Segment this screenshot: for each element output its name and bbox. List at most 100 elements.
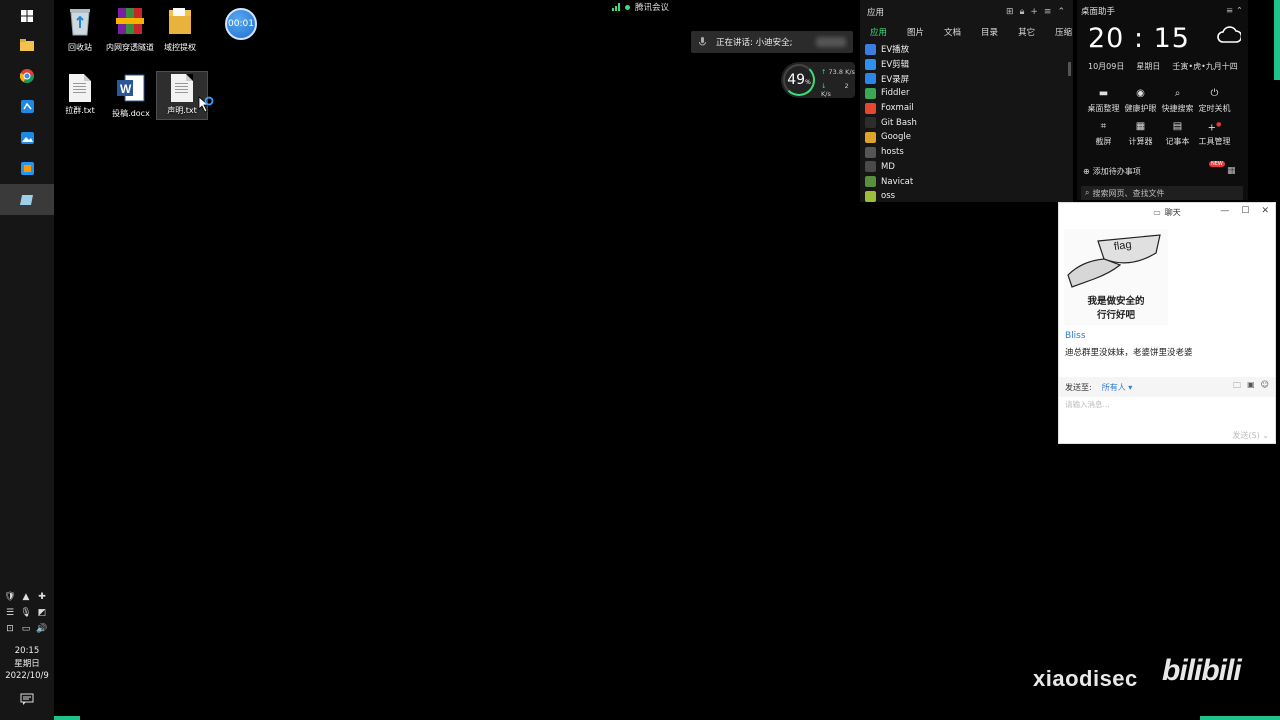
tab-images[interactable]: 图片 (907, 26, 924, 38)
tool-quick-search[interactable]: ⌕ 快捷搜索 (1159, 88, 1196, 114)
folder-icon (20, 38, 34, 51)
app-tray-icon[interactable]: ✚ (36, 592, 48, 602)
network-icon[interactable]: ⊡ (4, 624, 16, 634)
chat-bubble-icon: ▭ (1153, 207, 1161, 217)
tool-desktop-organize[interactable]: ▬ 桌面整理 (1085, 88, 1122, 114)
tool-manager[interactable]: +● 工具管理 (1196, 121, 1233, 147)
file-laqun-label: 拉群.txt (65, 106, 95, 115)
tab-apps[interactable]: 应用 (870, 26, 887, 38)
send-to-select[interactable]: 所有人 ▾ (1102, 382, 1133, 393)
app-list-item[interactable]: Foxmail (865, 101, 1073, 116)
app-icon (865, 190, 876, 202)
tab-dirs[interactable]: 目录 (981, 26, 998, 38)
collapse-icon[interactable]: ⌃ (1057, 7, 1065, 17)
tool-notepad[interactable]: ▤ 记事本 (1159, 121, 1196, 147)
app-button-1[interactable] (0, 91, 54, 122)
app-icon (865, 117, 876, 129)
maximize-icon[interactable]: ☐ (1241, 206, 1249, 216)
app-name: oss (881, 191, 896, 202)
tool-calculator[interactable]: ▦ 计算器 (1122, 121, 1159, 147)
sticker-image[interactable]: flag 我是做安全的 行行好吧 (1064, 229, 1168, 325)
meeting-timer[interactable]: 00:01 (225, 8, 257, 40)
app-button-2[interactable] (0, 122, 54, 153)
chat-titlebar[interactable]: ▭ 聊天 — ☐ ✕ (1059, 203, 1275, 221)
apps-scrollbar[interactable] (1068, 62, 1071, 76)
app-icon (865, 161, 876, 173)
notification-icon[interactable] (20, 693, 34, 705)
app-list-item[interactable]: hosts (865, 145, 1073, 160)
start-button[interactable] (0, 0, 54, 31)
send-to-value: 所有人 (1101, 382, 1126, 392)
windows-icon (21, 9, 33, 22)
lock-icon[interactable]: 🔒︎ (1020, 7, 1025, 17)
message-sender[interactable]: Bliss (1065, 331, 1086, 341)
message-text: 迪总群里没妹妹，老婆饼里没老婆 (1065, 348, 1193, 358)
volume-icon[interactable]: 🔊 (36, 624, 48, 634)
user-icon[interactable]: ☺ (1261, 380, 1269, 394)
app-list-item[interactable]: EV播放 (865, 42, 1073, 57)
tool-screenshot[interactable]: ⌗ 截屏 (1085, 121, 1122, 147)
recycle-bin[interactable]: 回收站 (55, 6, 105, 53)
app-list-item[interactable]: Git Bash (865, 115, 1073, 130)
calculator-icon: ▦ (1135, 121, 1146, 132)
domain-escalation-folder[interactable]: 域控提权 (155, 6, 205, 53)
shield-icon[interactable]: 🛡 (4, 592, 16, 602)
chrome-button[interactable] (0, 60, 54, 91)
add-todo-button[interactable]: ⊕ 添加待办事项 (1083, 166, 1141, 177)
microphone-icon[interactable]: 🎙 (20, 608, 32, 618)
sticker-caption-1: 我是做安全的 (1087, 296, 1145, 307)
assistant-menu-icon[interactable]: ≡ ⌃ (1226, 6, 1248, 16)
search-icon: ⌕ (1085, 188, 1090, 197)
notepad-button[interactable] (0, 184, 54, 215)
weather-cloud-icon[interactable] (1217, 25, 1241, 45)
tab-docs[interactable]: 文档 (944, 26, 961, 38)
app-list-item[interactable]: EV剪辑 (865, 57, 1073, 72)
app-list-item[interactable]: EV录屏 (865, 71, 1073, 86)
assistant-search-input[interactable]: ⌕ 搜索网页、查找文件 (1081, 186, 1243, 200)
domain-escalation-label: 域控提权 (164, 43, 196, 52)
app-list-item[interactable]: Fiddler (865, 86, 1073, 101)
meeting-status-bar[interactable]: 腾讯会议 (612, 0, 669, 14)
app-list-item[interactable]: Navicat (865, 174, 1073, 189)
tool-eye-care[interactable]: ◉ 健康护眼 (1122, 88, 1159, 114)
file-tougao-label: 投稿.docx (112, 109, 150, 118)
image-tray-icon[interactable]: ▲ (20, 592, 32, 602)
qr-icon[interactable]: ▦ (1227, 166, 1236, 176)
eye-icon: ◉ (1136, 88, 1145, 99)
app-list-item[interactable]: Google (865, 130, 1073, 145)
tunnel-archive-label: 内网穿透隧道 (106, 43, 154, 52)
app-list-item[interactable]: oss (865, 189, 1073, 204)
app-icon (865, 58, 876, 70)
cursor-busy-icon (198, 96, 214, 113)
assistant-date-row: 10月09日 星期日 壬寅•虎•九月十四 (1088, 61, 1238, 72)
grid-view-icon[interactable]: ⊞ (1006, 7, 1014, 17)
send-button[interactable]: 发送(S) ⌄ (1232, 430, 1269, 441)
minimize-icon[interactable]: — (1220, 206, 1229, 216)
file-explorer-button[interactable] (0, 29, 54, 60)
tab-other[interactable]: 其它 (1018, 26, 1035, 38)
file-icon[interactable]: 🗀 (1233, 380, 1241, 394)
screenshot-icon[interactable]: ▣ (1247, 380, 1255, 394)
input-method-icon[interactable]: ☰ (4, 608, 16, 618)
add-icon[interactable]: + (1030, 7, 1038, 17)
menu-icon[interactable]: ≡ (1044, 7, 1052, 17)
memory-gauge: 49% (783, 64, 815, 96)
app-button-3[interactable] (0, 153, 54, 184)
tab-archive[interactable]: 压缩 (1055, 26, 1072, 38)
close-icon[interactable]: ✕ (1261, 206, 1269, 216)
text-file-icon (69, 74, 91, 102)
app-list-item[interactable]: MD (865, 160, 1073, 175)
taskbar-clock[interactable]: 20:15 星期日 2022/10/9 (0, 645, 54, 683)
file-laqun[interactable]: 拉群.txt (55, 74, 105, 116)
clock-time: 20:15 (14, 646, 40, 656)
tool-timed-shutdown[interactable]: ⏻ 定时关机 (1196, 88, 1233, 114)
notepad-icon: ▤ (1172, 121, 1183, 132)
file-tougao[interactable]: W 投稿.docx (106, 74, 156, 119)
plus-icon: +● (1207, 121, 1222, 134)
battery-icon[interactable]: ▭ (20, 624, 32, 634)
chat-input[interactable]: 请输入消息... (1065, 399, 1110, 410)
network-monitor[interactable]: 49% ↑ 73.8 K/s ↓ 2 K/s (781, 62, 855, 98)
recording-dot-icon (625, 4, 630, 10)
tunnel-archive[interactable]: 内网穿透隧道 (105, 6, 155, 53)
nvidia-icon[interactable]: ◩ (36, 608, 48, 618)
